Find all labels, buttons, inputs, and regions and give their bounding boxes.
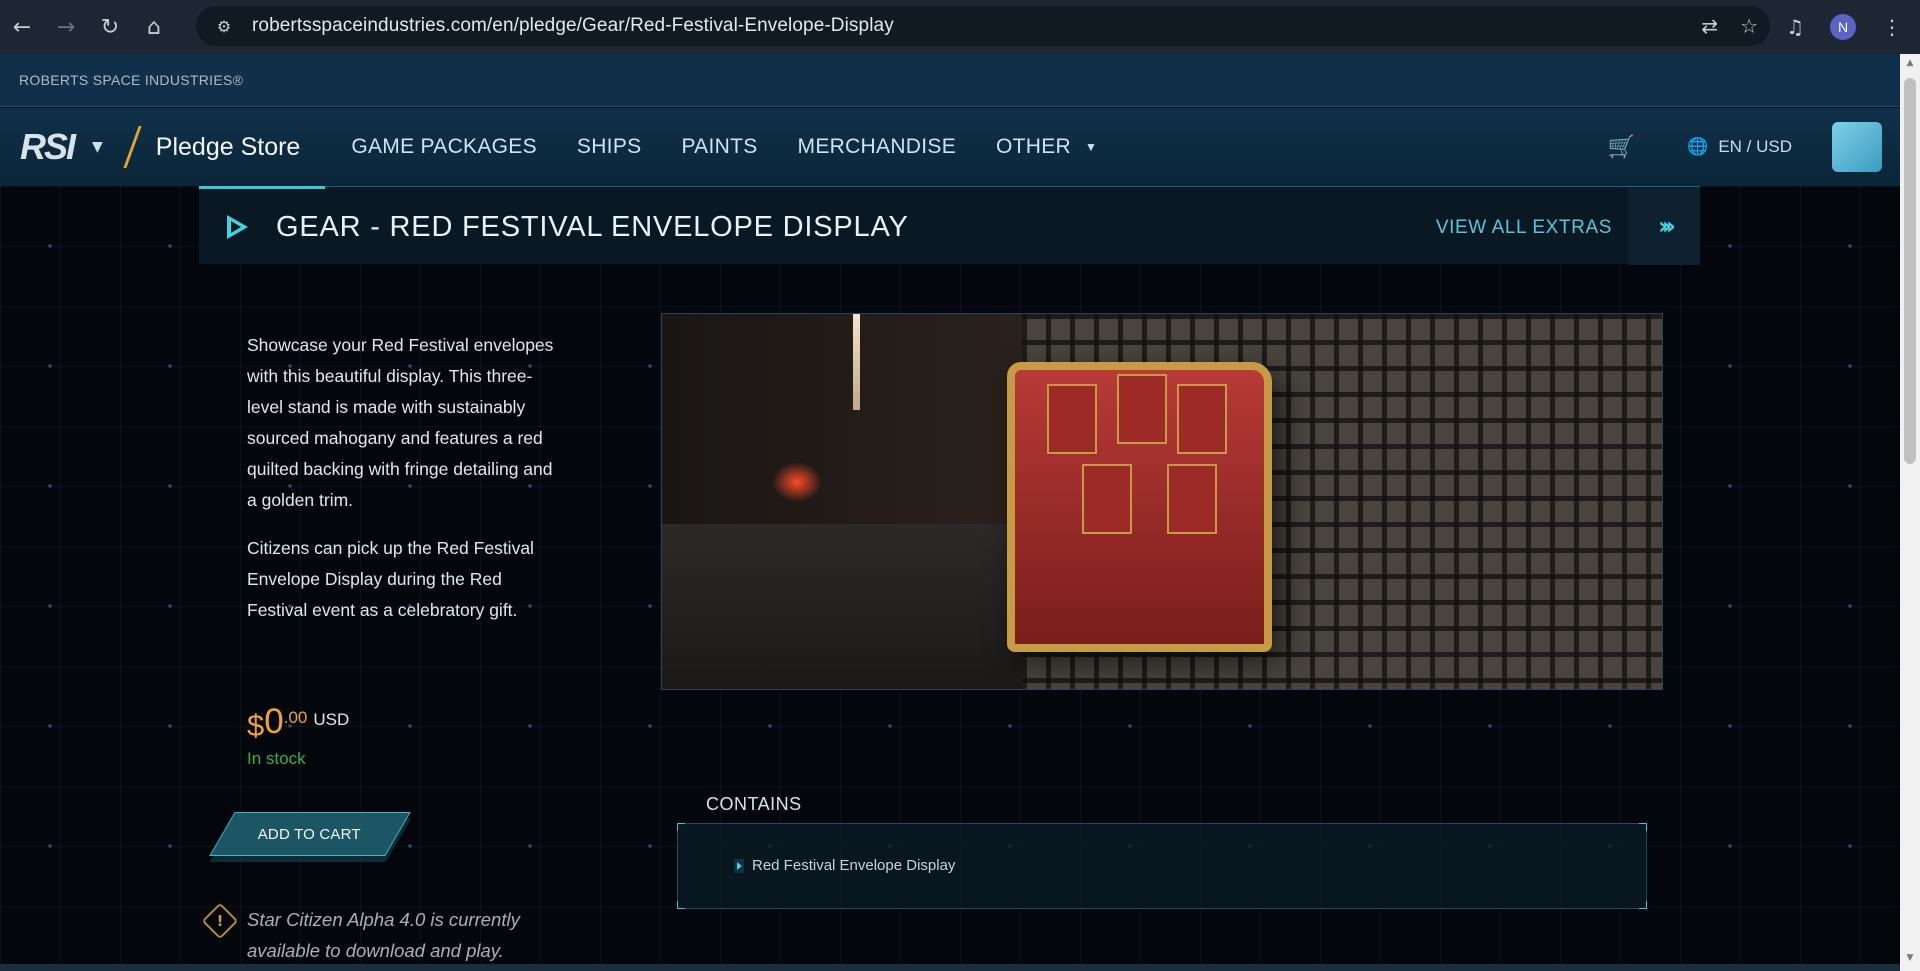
add-to-cart-button[interactable]: ADD TO CART xyxy=(209,812,411,856)
locale-label: EN / USD xyxy=(1718,137,1792,156)
forward-arrow-icon[interactable]: → xyxy=(44,5,88,49)
product-image[interactable] xyxy=(661,313,1663,690)
bookmark-star-icon[interactable]: ☆ xyxy=(1740,14,1758,38)
back-arrow-icon[interactable]: ← xyxy=(0,5,44,49)
title-accent-line xyxy=(199,186,325,189)
logo-dropdown-caret-icon[interactable]: ▼ xyxy=(92,139,103,155)
contains-list: Red Festival Envelope Display xyxy=(677,823,1647,909)
description-paragraph: Showcase your Red Festival envelopes wit… xyxy=(247,335,554,510)
scroll-down-arrow-icon[interactable]: ▼ xyxy=(1900,953,1920,967)
url-text[interactable]: robertsspaceindustries.com/en/pledge/Gea… xyxy=(252,15,894,37)
nav-other[interactable]: OTHER ▼ xyxy=(996,135,1097,159)
nav-paints[interactable]: PAINTS xyxy=(681,135,757,159)
chevron-down-icon: ▼ xyxy=(1085,140,1098,154)
image-envelope xyxy=(1047,384,1097,454)
scroll-up-arrow-icon[interactable]: ▲ xyxy=(1900,58,1920,72)
user-avatar[interactable] xyxy=(1832,122,1882,172)
page-scrollbar[interactable]: ▲ ▼ xyxy=(1900,54,1920,971)
rsi-brand-link[interactable]: ROBERTS SPACE INDUSTRIES® xyxy=(19,72,243,88)
image-envelope xyxy=(1177,384,1227,454)
nav-other-label: OTHER xyxy=(996,135,1072,158)
image-envelope xyxy=(1082,464,1132,534)
address-bar[interactable]: ⚙ robertsspaceindustries.com/en/pledge/G… xyxy=(196,6,1770,46)
site-settings-icon[interactable]: ⚙ xyxy=(204,6,244,46)
corner-decoration xyxy=(1639,823,1647,831)
image-lamp xyxy=(853,314,860,410)
corner-decoration xyxy=(677,823,685,831)
contains-heading: CONTAINS xyxy=(706,794,802,814)
nav-merchandise[interactable]: MERCHANDISE xyxy=(798,135,956,159)
product-description: Showcase your Red Festival envelopes wit… xyxy=(247,330,557,643)
corner-decoration xyxy=(677,901,685,909)
product-price: $ 0 .00 USD xyxy=(247,702,349,744)
profile-avatar[interactable]: N xyxy=(1830,14,1856,40)
nav-menu: GAME PACKAGES SHIPS PAINTS MERCHANDISE O… xyxy=(351,135,1097,159)
add-to-cart-label: ADD TO CART xyxy=(258,825,362,843)
price-unit: USD xyxy=(313,710,350,729)
pledge-store-title[interactable]: Pledge Store xyxy=(156,133,301,162)
alpha-notice: Star Citizen Alpha 4.0 is currently avai… xyxy=(247,909,520,961)
stock-status: In stock xyxy=(247,749,306,768)
cart-icon[interactable]: 🛒 xyxy=(1608,135,1635,160)
bottom-edge xyxy=(0,964,1900,971)
scrollbar-thumb[interactable] xyxy=(1904,78,1916,464)
product-title-bar: GEAR - RED FESTIVAL ENVELOPE DISPLAY VIE… xyxy=(199,186,1700,265)
price-cents: .00 xyxy=(283,708,308,727)
rsi-logo[interactable]: RSI xyxy=(20,126,76,168)
view-all-extras-link[interactable]: VIEW ALL EXTRAS xyxy=(1436,217,1612,239)
media-control-icon[interactable]: ♫ xyxy=(1786,15,1804,39)
image-red-glow xyxy=(772,462,822,502)
reload-icon[interactable]: ↻ xyxy=(88,5,132,49)
main-navigation: RSI ▼ Pledge Store GAME PACKAGES SHIPS P… xyxy=(0,108,1900,186)
contains-item: Red Festival Envelope Display xyxy=(734,857,955,874)
product-title: GEAR - RED FESTIVAL ENVELOPE DISPLAY xyxy=(276,211,909,243)
nav-game-packages[interactable]: GAME PACKAGES xyxy=(351,135,537,159)
description-paragraph: Citizens can pick up the Red Festival En… xyxy=(247,538,534,620)
rsi-top-strip: ROBERTS SPACE INDUSTRIES® xyxy=(0,54,1900,107)
home-icon[interactable]: ⌂ xyxy=(132,5,176,49)
price-whole: 0 xyxy=(264,702,284,741)
corner-decoration xyxy=(1639,901,1647,909)
globe-icon: 🌐 xyxy=(1687,137,1709,156)
play-arrow-icon xyxy=(227,215,248,239)
contains-item-label: Red Festival Envelope Display xyxy=(752,857,956,874)
translate-icon[interactable]: ⇄ xyxy=(1701,14,1718,38)
browser-toolbar: ← → ↻ ⌂ ⚙ robertsspaceindustries.com/en/… xyxy=(0,0,1920,54)
nav-ships[interactable]: SHIPS xyxy=(577,135,642,159)
nav-divider xyxy=(123,126,142,168)
page-content: GEAR - RED FESTIVAL ENVELOPE DISPLAY VIE… xyxy=(0,186,1900,971)
image-envelope xyxy=(1167,464,1217,534)
bullet-arrow-icon xyxy=(734,858,744,873)
double-chevron-right-icon[interactable]: ››› xyxy=(1628,187,1700,265)
image-envelope xyxy=(1117,374,1167,444)
price-currency-symbol: $ xyxy=(247,708,265,743)
locale-selector[interactable]: 🌐 EN / USD xyxy=(1687,137,1792,157)
menu-kebab-icon[interactable]: ⋮ xyxy=(1882,15,1902,39)
